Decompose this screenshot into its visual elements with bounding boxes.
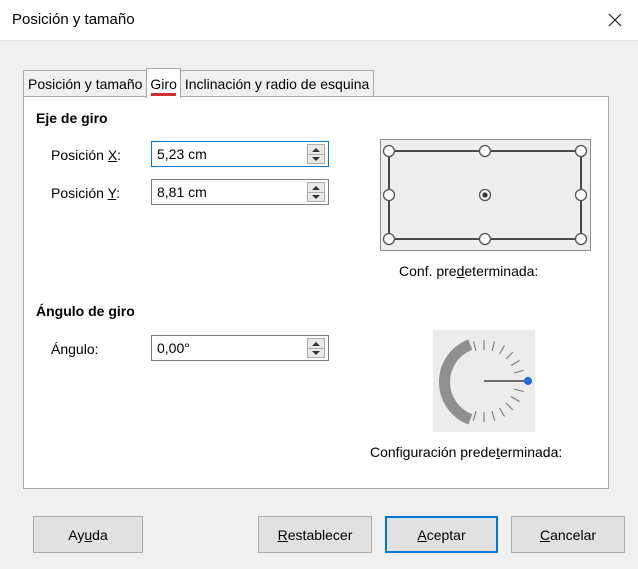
pivot-option-selected	[478, 188, 492, 202]
pivot-option	[478, 232, 492, 246]
position-y-input[interactable]	[152, 180, 302, 204]
reset-button[interactable]: Restablecer	[258, 516, 372, 553]
close-button[interactable]	[592, 0, 638, 40]
pivot-option	[574, 232, 588, 246]
dialog-title: Posición y tamaño	[12, 11, 135, 28]
active-tab-indicator	[151, 93, 176, 96]
decrement-button[interactable]	[308, 192, 324, 201]
position-x-spinbox[interactable]	[151, 141, 329, 167]
pivot-option	[574, 188, 588, 202]
arrow-up-icon	[312, 147, 320, 152]
tab-slant-corner-radius[interactable]: Inclinación y radio de esquina	[179, 70, 375, 97]
pivot-option	[478, 144, 492, 158]
angle-default-caption: Configuración predeterminada:	[370, 444, 563, 460]
pivot-option	[382, 232, 396, 246]
arrow-down-icon	[312, 350, 320, 355]
rotation-dial[interactable]	[433, 330, 535, 432]
tab-bar: Posición y tamaño Giro Inclinación y rad…	[23, 68, 375, 98]
title-bar: Posición y tamaño	[0, 0, 638, 41]
pivot-point-selector[interactable]	[380, 139, 591, 251]
decrement-button[interactable]	[308, 348, 324, 357]
tab-position-size[interactable]: Posición y tamaño	[23, 70, 148, 97]
position-y-spinbox[interactable]	[151, 179, 329, 205]
pivot-option	[382, 188, 396, 202]
cancel-button[interactable]: Cancelar	[511, 516, 625, 553]
pivot-option	[382, 144, 396, 158]
pivot-option	[574, 144, 588, 158]
position-y-label: Posición Y:	[51, 185, 121, 201]
pivot-section-title: Eje de giro	[36, 110, 108, 126]
arrow-up-icon	[312, 341, 320, 346]
decrement-button[interactable]	[308, 154, 324, 163]
close-icon	[608, 13, 622, 27]
pivot-grid	[382, 144, 588, 246]
tab-label: Posición y tamaño	[28, 76, 143, 92]
tab-label: Inclinación y radio de esquina	[184, 76, 370, 92]
ok-button[interactable]: Aceptar	[385, 516, 498, 553]
dial-graphic	[439, 339, 532, 425]
position-x-spin-buttons	[307, 144, 325, 164]
tab-rotation[interactable]: Giro	[146, 68, 181, 98]
position-y-spin-buttons	[307, 182, 325, 202]
arrow-down-icon	[312, 156, 320, 161]
angle-input[interactable]	[152, 336, 302, 360]
arrow-down-icon	[312, 194, 320, 199]
angle-label: Ángulo:	[51, 341, 99, 357]
angle-section-title: Ángulo de giro	[36, 303, 135, 319]
help-button[interactable]: Ay u da	[33, 516, 143, 553]
angle-spinbox[interactable]	[151, 335, 329, 361]
position-x-label: Posición X:	[51, 147, 122, 163]
tab-label: Giro	[150, 75, 177, 92]
pivot-default-caption: Conf. predeterminada:	[399, 263, 539, 279]
arrow-up-icon	[312, 185, 320, 190]
dial-handle	[524, 377, 532, 385]
angle-spin-buttons	[307, 338, 325, 358]
position-x-input[interactable]	[152, 142, 302, 166]
